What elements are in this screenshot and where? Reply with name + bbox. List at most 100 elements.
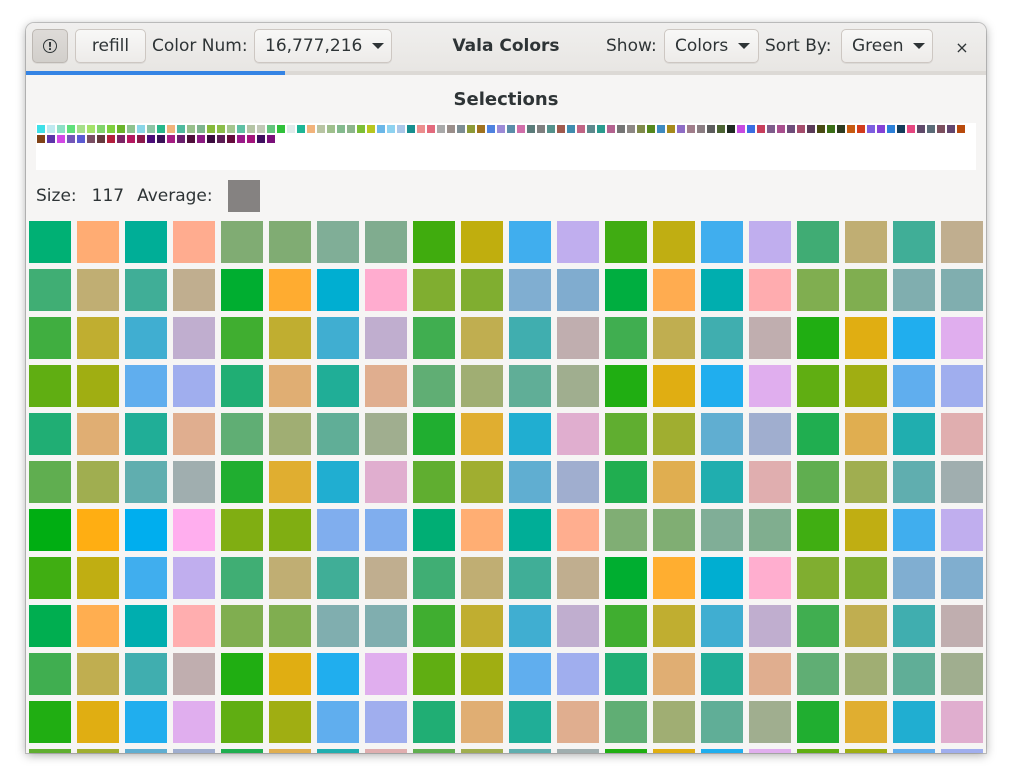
color-cell[interactable] xyxy=(125,317,167,359)
color-cell[interactable] xyxy=(845,509,887,551)
info-button[interactable]: ! xyxy=(32,29,68,63)
color-cell[interactable] xyxy=(221,701,263,743)
color-cell[interactable] xyxy=(701,653,743,695)
color-cell[interactable] xyxy=(413,269,455,311)
selected-color-swatch[interactable] xyxy=(917,125,925,133)
selected-color-swatch[interactable] xyxy=(577,125,585,133)
color-cell[interactable] xyxy=(221,605,263,647)
color-cell[interactable] xyxy=(701,509,743,551)
color-cell[interactable] xyxy=(749,701,791,743)
color-cell[interactable] xyxy=(413,221,455,263)
selected-color-swatch[interactable] xyxy=(437,125,445,133)
color-cell[interactable] xyxy=(365,653,407,695)
selected-color-swatch[interactable] xyxy=(157,125,165,133)
selected-color-swatch[interactable] xyxy=(727,125,735,133)
selected-color-swatch[interactable] xyxy=(817,125,825,133)
selected-color-swatch[interactable] xyxy=(97,135,105,143)
selected-color-swatch[interactable] xyxy=(677,125,685,133)
selected-color-swatch[interactable] xyxy=(747,125,755,133)
selected-color-swatch[interactable] xyxy=(387,125,395,133)
selected-color-swatch[interactable] xyxy=(277,125,285,133)
color-cell[interactable] xyxy=(653,221,695,263)
selected-color-swatch[interactable] xyxy=(347,125,355,133)
color-cell[interactable] xyxy=(701,557,743,599)
color-cell[interactable] xyxy=(173,557,215,599)
color-cell[interactable] xyxy=(317,365,359,407)
selected-color-swatch[interactable] xyxy=(587,125,595,133)
color-cell[interactable] xyxy=(77,221,119,263)
selected-color-swatch[interactable] xyxy=(57,125,65,133)
selected-color-swatch[interactable] xyxy=(877,125,885,133)
color-cell[interactable] xyxy=(893,749,935,753)
selected-color-swatch[interactable] xyxy=(207,125,215,133)
color-cell[interactable] xyxy=(941,365,983,407)
selected-color-swatch[interactable] xyxy=(247,135,255,143)
selected-color-swatch[interactable] xyxy=(257,125,265,133)
color-cell[interactable] xyxy=(605,557,647,599)
selected-color-swatch[interactable] xyxy=(327,125,335,133)
selected-color-swatch[interactable] xyxy=(167,125,175,133)
color-cell[interactable] xyxy=(845,317,887,359)
color-cell[interactable] xyxy=(701,461,743,503)
color-cell[interactable] xyxy=(173,653,215,695)
color-cell[interactable] xyxy=(893,557,935,599)
color-cell[interactable] xyxy=(269,605,311,647)
color-cell[interactable] xyxy=(413,749,455,753)
color-cell[interactable] xyxy=(557,653,599,695)
color-cell[interactable] xyxy=(797,605,839,647)
selected-color-swatch[interactable] xyxy=(617,125,625,133)
color-cell[interactable] xyxy=(317,413,359,455)
color-cell[interactable] xyxy=(317,509,359,551)
selected-color-swatch[interactable] xyxy=(467,125,475,133)
color-cell[interactable] xyxy=(461,461,503,503)
selected-color-swatch[interactable] xyxy=(197,135,205,143)
color-cell[interactable] xyxy=(77,653,119,695)
color-cell[interactable] xyxy=(509,365,551,407)
color-cell[interactable] xyxy=(125,509,167,551)
color-cell[interactable] xyxy=(77,365,119,407)
color-cell[interactable] xyxy=(749,413,791,455)
color-cell[interactable] xyxy=(413,317,455,359)
color-cell[interactable] xyxy=(269,413,311,455)
selected-color-swatch[interactable] xyxy=(377,125,385,133)
color-cell[interactable] xyxy=(557,557,599,599)
color-cell[interactable] xyxy=(125,365,167,407)
color-cell[interactable] xyxy=(125,653,167,695)
color-cell[interactable] xyxy=(557,269,599,311)
selected-color-swatch[interactable] xyxy=(757,125,765,133)
selected-color-swatch[interactable] xyxy=(857,125,865,133)
color-cell[interactable] xyxy=(461,269,503,311)
refill-button[interactable]: refill xyxy=(75,29,146,63)
color-cell[interactable] xyxy=(173,461,215,503)
color-cell[interactable] xyxy=(557,221,599,263)
color-cell[interactable] xyxy=(893,653,935,695)
color-cell[interactable] xyxy=(317,461,359,503)
color-cell[interactable] xyxy=(317,557,359,599)
color-cell[interactable] xyxy=(413,413,455,455)
selected-color-swatch[interactable] xyxy=(937,125,945,133)
color-cell[interactable] xyxy=(941,221,983,263)
color-cell[interactable] xyxy=(269,749,311,753)
color-cell[interactable] xyxy=(173,701,215,743)
selected-color-swatch[interactable] xyxy=(407,125,415,133)
color-cell[interactable] xyxy=(749,221,791,263)
color-cell[interactable] xyxy=(125,269,167,311)
color-cell[interactable] xyxy=(29,269,71,311)
color-cell[interactable] xyxy=(797,653,839,695)
selected-color-swatch[interactable] xyxy=(737,125,745,133)
selected-color-swatch[interactable] xyxy=(687,125,695,133)
selected-color-swatch[interactable] xyxy=(197,125,205,133)
selected-color-swatch[interactable] xyxy=(117,125,125,133)
color-cell[interactable] xyxy=(413,605,455,647)
color-cell[interactable] xyxy=(797,701,839,743)
color-cell[interactable] xyxy=(701,269,743,311)
color-cell[interactable] xyxy=(845,653,887,695)
color-cell[interactable] xyxy=(461,605,503,647)
selected-color-swatch[interactable] xyxy=(837,125,845,133)
color-cell[interactable] xyxy=(749,269,791,311)
color-cell[interactable] xyxy=(701,317,743,359)
color-cell[interactable] xyxy=(749,557,791,599)
color-cell[interactable] xyxy=(173,605,215,647)
color-cell[interactable] xyxy=(269,701,311,743)
color-cell[interactable] xyxy=(605,413,647,455)
